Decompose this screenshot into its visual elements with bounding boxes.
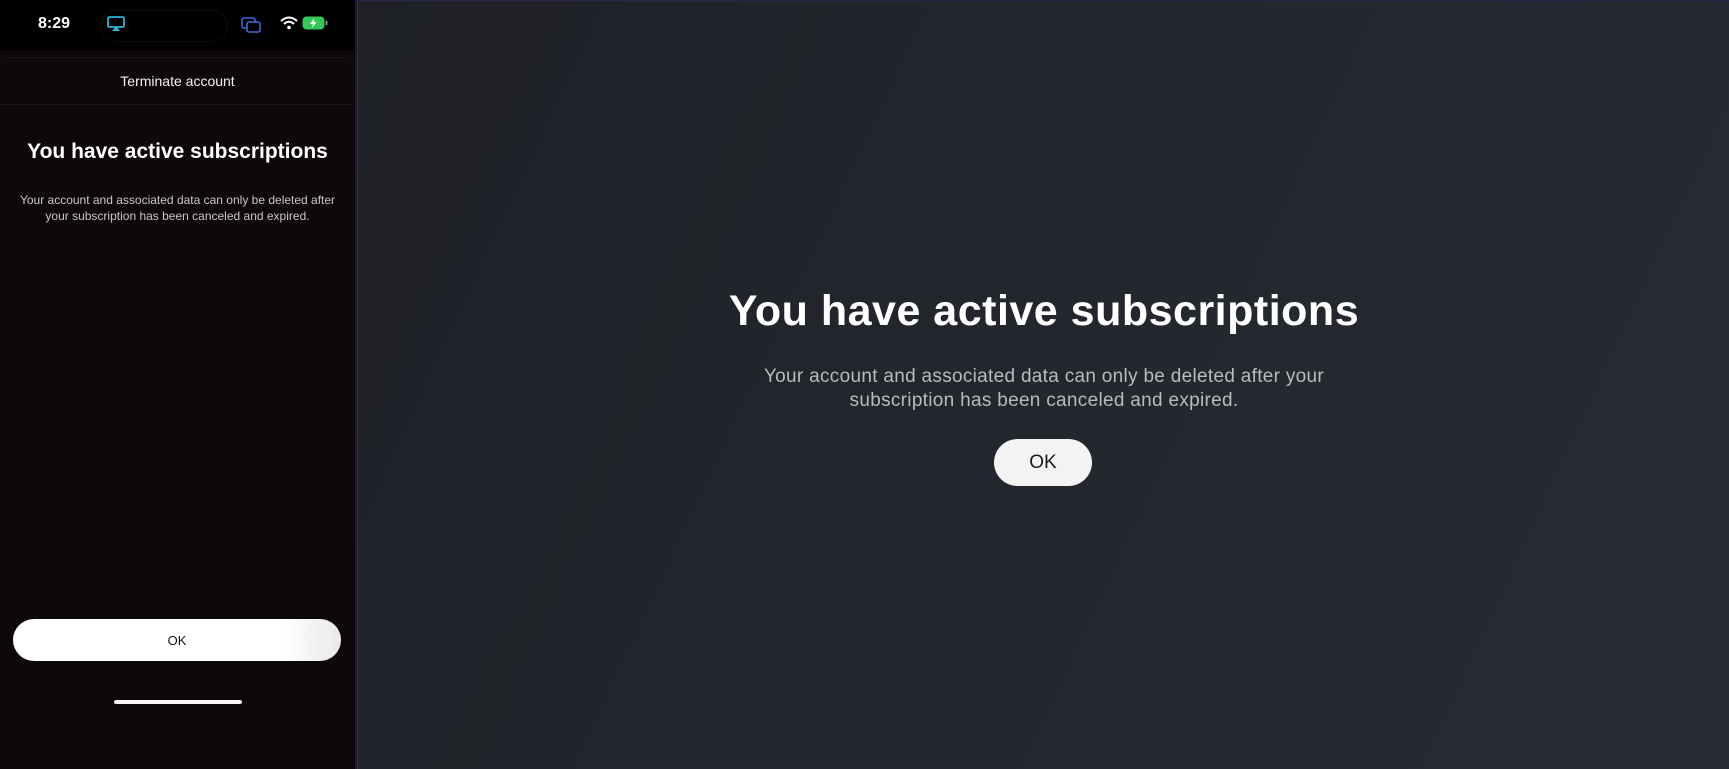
- battery-charging-icon: [302, 16, 328, 30]
- airplay-icon: [107, 16, 125, 31]
- phone-heading: You have active subscriptions: [27, 140, 328, 163]
- tv-screen: You have active subscriptions Your accou…: [357, 0, 1729, 769]
- phone-screen: 8:29 Terminate account You have active s…: [0, 0, 356, 769]
- tv-message: Your account and associated data can onl…: [763, 366, 1325, 411]
- sheet-divider: [1, 104, 354, 105]
- phone-message: Your account and associated data can onl…: [19, 193, 336, 223]
- terminate-account-sheet: Terminate account You have active subscr…: [1, 57, 354, 769]
- screen-mirroring-icon: [241, 17, 261, 33]
- status-bar: 8:29: [0, 0, 356, 50]
- tv-ok-button[interactable]: OK: [994, 439, 1092, 486]
- wifi-icon: [280, 16, 298, 30]
- home-indicator[interactable]: [114, 700, 242, 704]
- screen: 8:29 Terminate account You have active s…: [0, 0, 1729, 769]
- phone-ok-button[interactable]: OK: [13, 619, 341, 661]
- tv-heading: You have active subscriptions: [728, 287, 1360, 335]
- sheet-title: Terminate account: [120, 73, 235, 89]
- status-time: 8:29: [38, 15, 71, 32]
